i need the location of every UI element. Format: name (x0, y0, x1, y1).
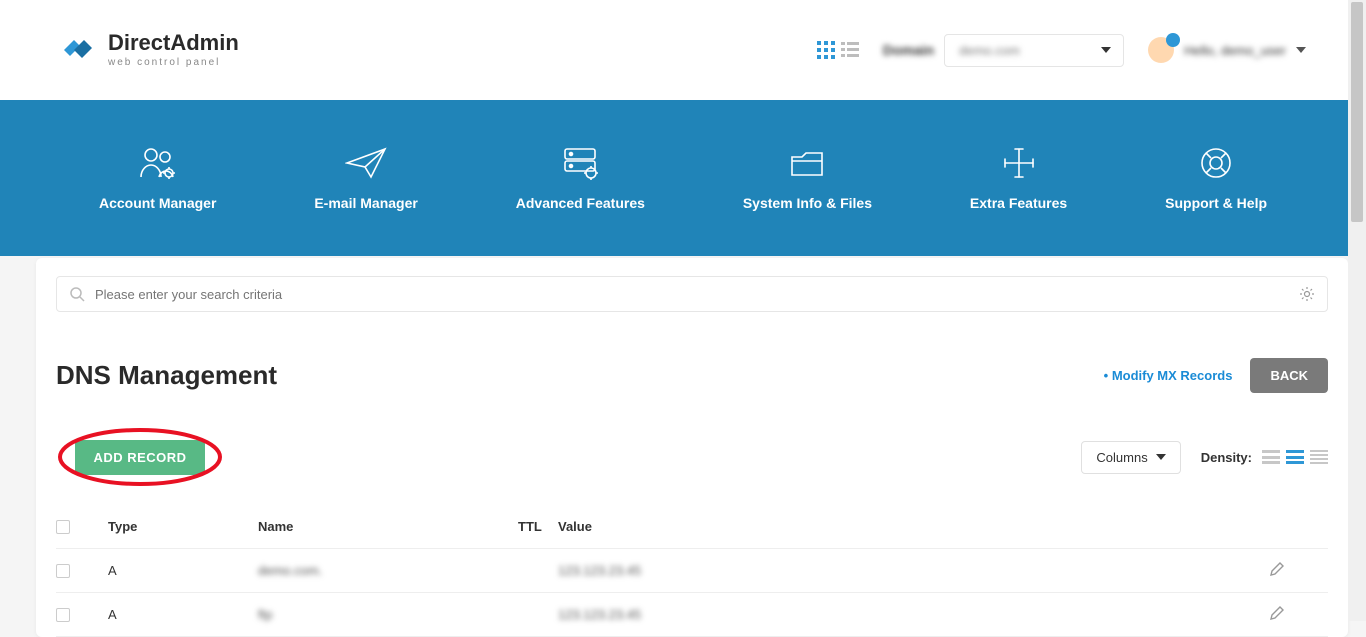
toolbar: ADD RECORD Columns Density: (56, 427, 1328, 487)
row-checkbox[interactable] (56, 564, 70, 578)
content-panel: DNS Management Modify MX Records BACK AD… (36, 258, 1348, 637)
density-comfortable-icon[interactable] (1262, 450, 1280, 464)
brand-icon (60, 32, 96, 68)
page-title: DNS Management (56, 360, 277, 391)
table-row: A demo.com. 123.123.23.45 (56, 549, 1328, 593)
user-menu[interactable]: Hello, demo_user (1148, 37, 1306, 63)
nav-extra-features[interactable]: Extra Features (970, 145, 1067, 211)
nav-system-info[interactable]: System Info & Files (743, 145, 872, 211)
avatar (1148, 37, 1174, 63)
columns-label: Columns (1096, 450, 1147, 465)
grid-view-icon[interactable] (817, 41, 835, 59)
modify-mx-link[interactable]: Modify MX Records (1104, 368, 1233, 383)
top-bar: DirectAdmin web control panel Domain dem… (0, 0, 1366, 100)
users-icon (137, 145, 179, 181)
cell-type: A (108, 563, 258, 578)
table-header: Type Name TTL Value (56, 505, 1328, 549)
density-compact-icon[interactable] (1310, 450, 1328, 464)
main-nav: Account Manager E-mail Manager Advanced … (0, 100, 1366, 256)
density-normal-icon[interactable] (1286, 450, 1304, 464)
select-all-checkbox[interactable] (56, 520, 70, 534)
nav-label: Extra Features (970, 195, 1067, 211)
nav-label: Support & Help (1165, 195, 1267, 211)
lifebuoy-icon (1195, 145, 1237, 181)
list-view-icon[interactable] (841, 41, 859, 59)
col-type[interactable]: Type (108, 519, 258, 534)
cell-value: 123.123.23.45 (558, 607, 1118, 622)
nav-email-manager[interactable]: E-mail Manager (314, 145, 417, 211)
nav-advanced-features[interactable]: Advanced Features (516, 145, 645, 211)
columns-dropdown[interactable]: Columns (1081, 441, 1180, 474)
view-toggle (817, 41, 859, 59)
back-button[interactable]: BACK (1250, 358, 1328, 393)
title-row: DNS Management Modify MX Records BACK (56, 358, 1328, 393)
pencil-icon (1268, 604, 1286, 622)
density-label: Density: (1201, 450, 1252, 465)
domain-label: Domain (883, 42, 934, 58)
chevron-down-icon (1296, 47, 1306, 53)
chevron-down-icon (1156, 454, 1166, 460)
logo[interactable]: DirectAdmin web control panel (60, 32, 239, 68)
paper-plane-icon (345, 145, 387, 181)
gear-icon[interactable] (1299, 286, 1315, 302)
brand-tagline: web control panel (108, 58, 239, 68)
table-row: A ftp 123.123.23.45 (56, 593, 1328, 637)
cell-name: demo.com. (258, 563, 518, 578)
col-ttl[interactable]: TTL (518, 519, 558, 534)
scrollbar[interactable] (1348, 0, 1366, 621)
domain-value: demo.com (959, 43, 1020, 58)
edit-row-button[interactable] (1268, 604, 1328, 625)
nav-label: Advanced Features (516, 195, 645, 211)
dns-table: Type Name TTL Value A demo.com. 123.123.… (56, 505, 1328, 637)
server-gear-icon (559, 145, 601, 181)
domain-select[interactable]: demo.com (944, 34, 1124, 67)
folder-icon (786, 145, 828, 181)
edit-row-button[interactable] (1268, 560, 1328, 581)
nav-support-help[interactable]: Support & Help (1165, 145, 1267, 211)
chevron-down-icon (1101, 47, 1111, 53)
density-control: Density: (1201, 450, 1328, 465)
pencil-icon (1268, 560, 1286, 578)
scroll-thumb[interactable] (1351, 2, 1363, 222)
search-input[interactable] (95, 287, 1289, 302)
cell-value: 123.123.23.45 (558, 563, 1118, 578)
highlight-annotation (56, 427, 224, 487)
cell-name: ftp (258, 607, 518, 622)
plus-icon (998, 145, 1040, 181)
cell-type: A (108, 607, 258, 622)
col-value[interactable]: Value (558, 519, 1118, 534)
nav-account-manager[interactable]: Account Manager (99, 145, 216, 211)
search-icon (69, 286, 85, 302)
brand-name: DirectAdmin (108, 32, 239, 54)
search-bar (56, 276, 1328, 312)
nav-label: System Info & Files (743, 195, 872, 211)
row-checkbox[interactable] (56, 608, 70, 622)
nav-label: E-mail Manager (314, 195, 417, 211)
col-name[interactable]: Name (258, 519, 518, 534)
user-greeting: Hello, demo_user (1184, 43, 1286, 58)
domain-selector-group: Domain demo.com (883, 34, 1124, 67)
nav-label: Account Manager (99, 195, 216, 211)
